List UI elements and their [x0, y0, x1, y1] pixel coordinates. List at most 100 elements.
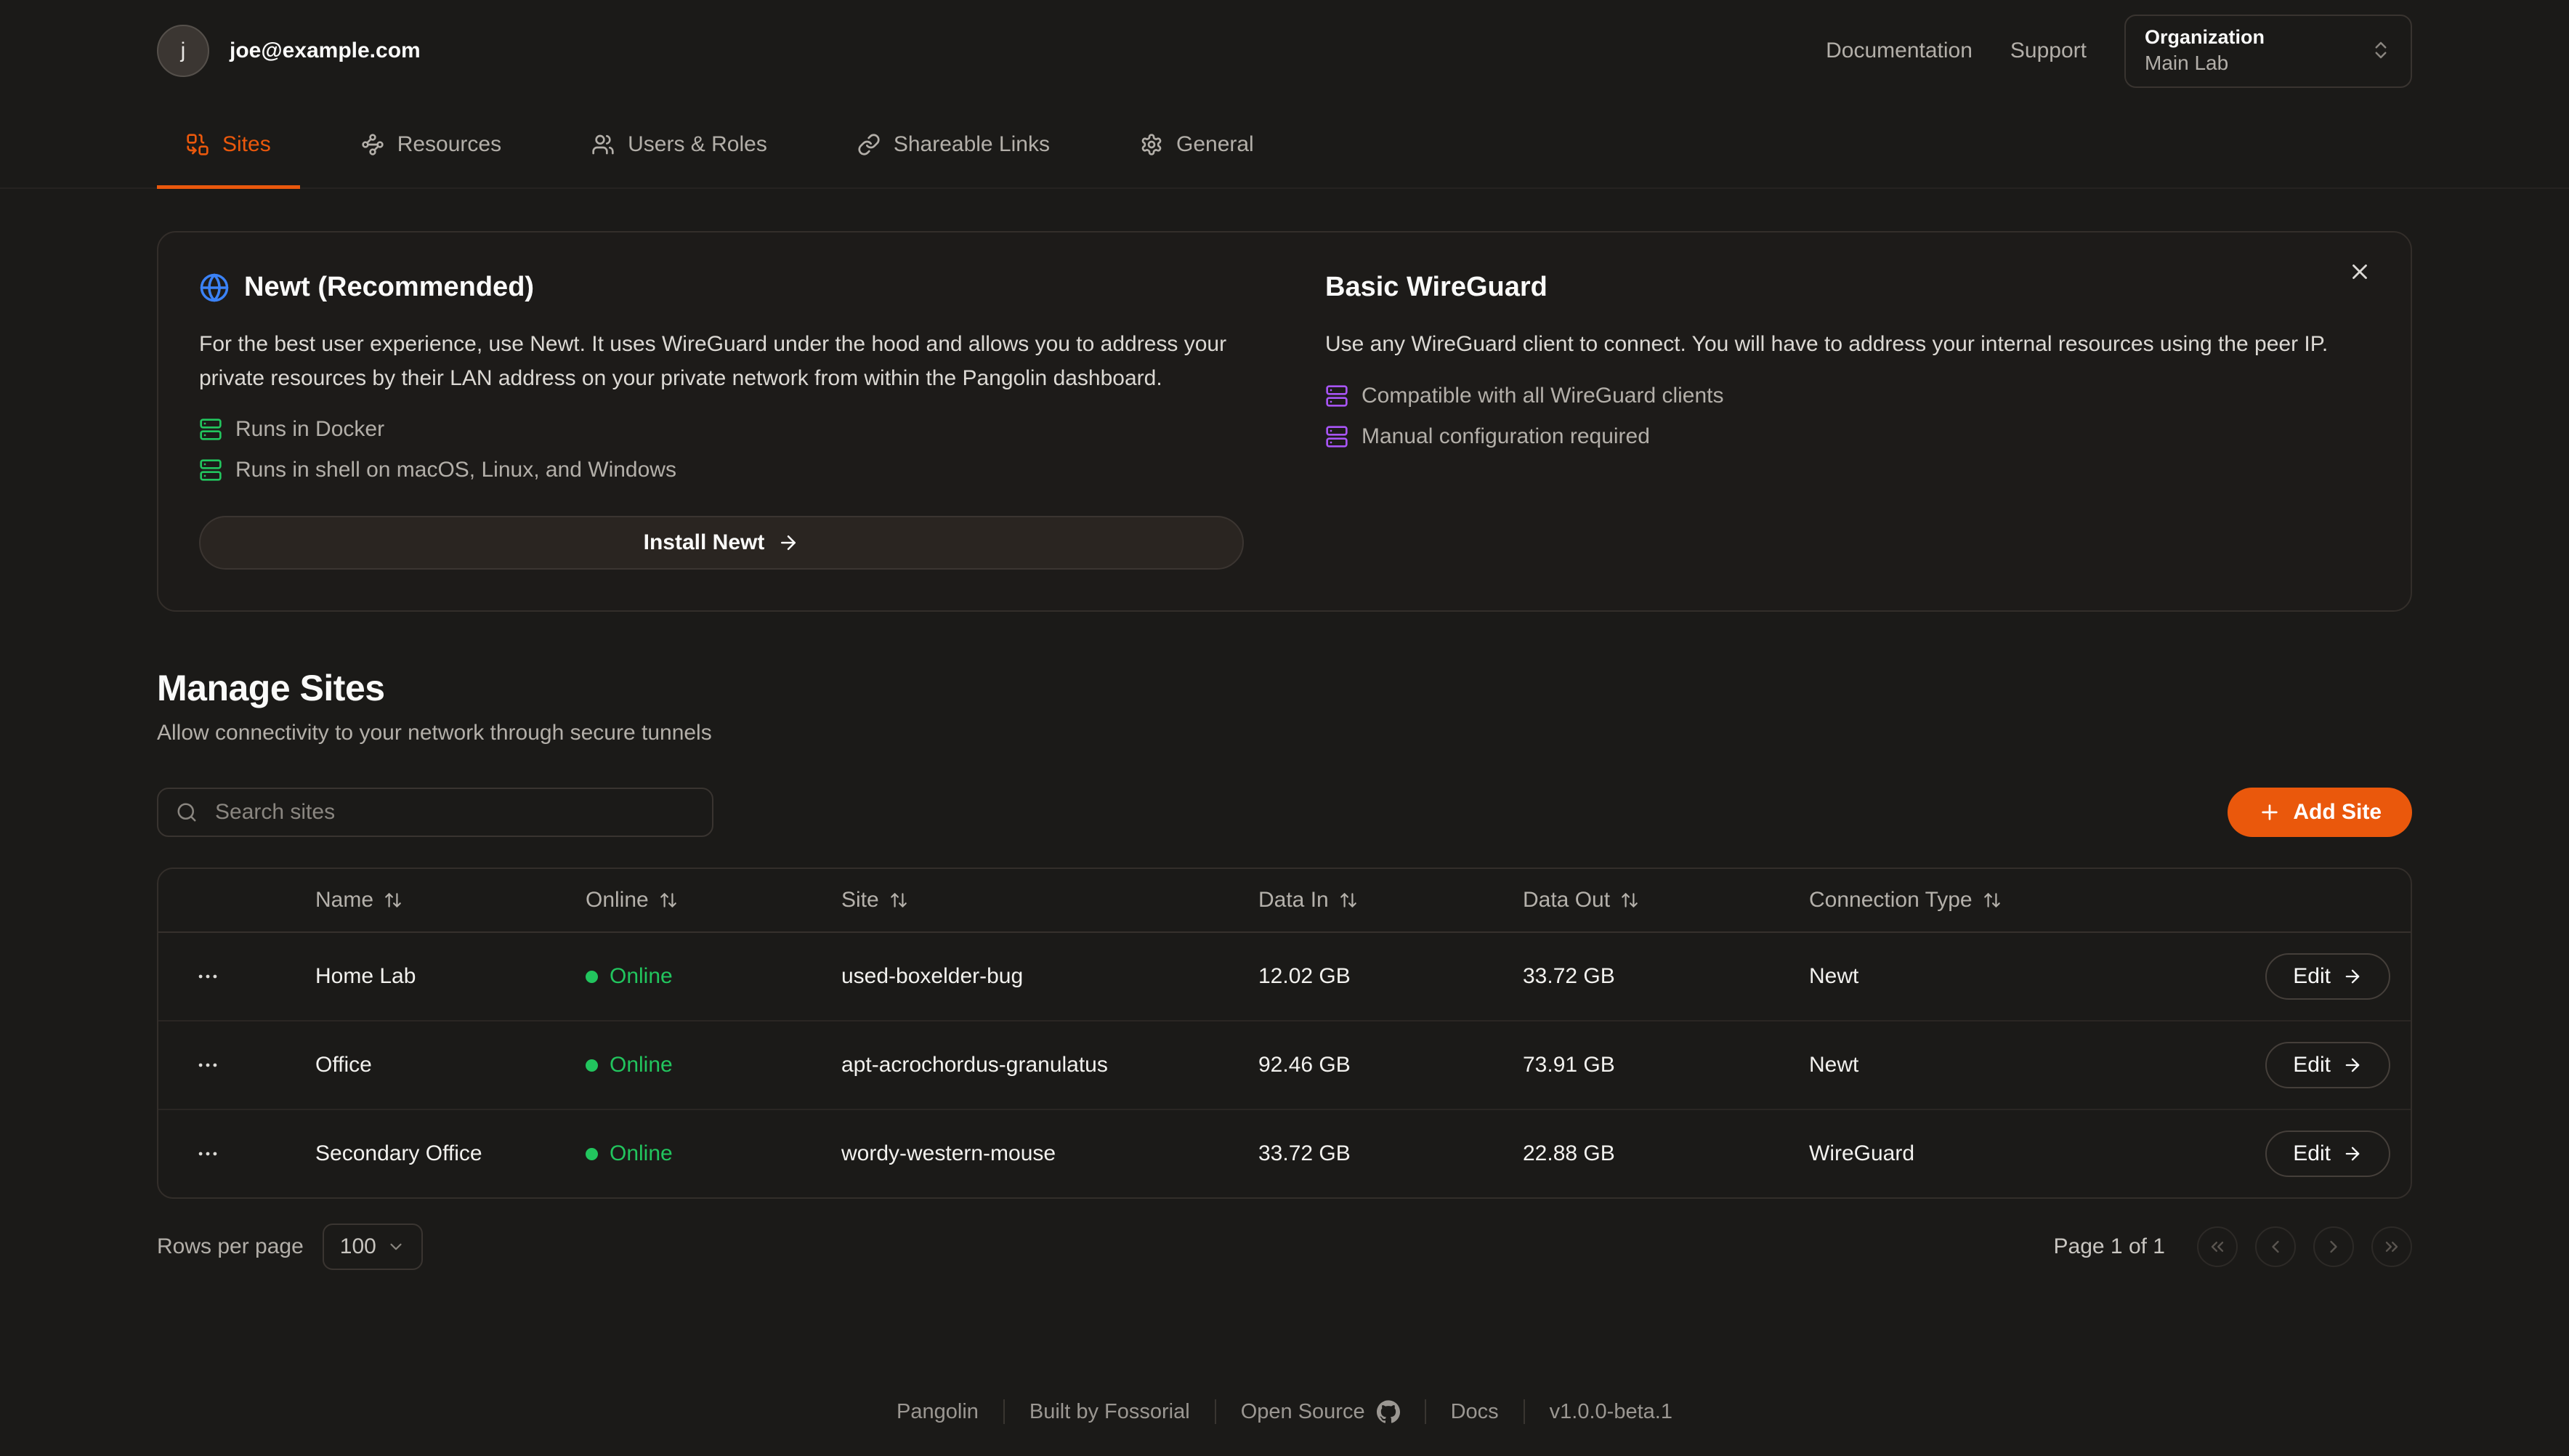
chevron-down-icon [387, 1237, 405, 1256]
arrow-right-icon [2342, 1144, 2363, 1164]
install-newt-button[interactable]: Install Newt [199, 516, 1244, 570]
add-site-button[interactable]: Add Site [2228, 788, 2412, 837]
edit-button[interactable]: Edit [2265, 1042, 2390, 1088]
rows-per-page-value: 100 [340, 1234, 376, 1259]
data-out-value: 22.88 GB [1523, 1141, 1809, 1166]
column-header-data-in[interactable]: Data In [1258, 888, 1523, 913]
column-header-connection-type[interactable]: Connection Type [1809, 888, 2158, 913]
tab-resources[interactable]: Resources [332, 102, 530, 187]
data-in-value: 92.46 GB [1258, 1053, 1523, 1077]
waypoints-icon [361, 133, 384, 156]
column-header-site[interactable]: Site [841, 888, 1258, 913]
user-email[interactable]: joe@example.com [230, 39, 421, 63]
server-icon [1325, 384, 1348, 408]
data-in-value: 12.02 GB [1258, 964, 1523, 989]
actions-cell: Edit [2265, 1042, 2390, 1088]
support-link[interactable]: Support [2010, 39, 2087, 63]
edit-label: Edit [2293, 964, 2331, 989]
feature-item: Compatible with all WireGuard clients [1325, 384, 2370, 408]
chevron-left-icon [2265, 1237, 2286, 1257]
server-icon [199, 418, 222, 441]
documentation-link[interactable]: Documentation [1826, 39, 1973, 63]
row-menu-button[interactable] [190, 1136, 225, 1171]
edit-button[interactable]: Edit [2265, 953, 2390, 1000]
newt-description: For the best user experience, use Newt. … [199, 328, 1244, 395]
pagination-controls: Page 1 of 1 [2054, 1226, 2412, 1267]
pagination-bar: Rows per page 100 Page 1 of 1 [157, 1224, 2412, 1270]
status-dot [586, 971, 598, 983]
ellipsis-icon [195, 1053, 220, 1077]
status-label: Online [610, 1053, 673, 1077]
tab-label: Users & Roles [628, 132, 767, 157]
edit-button[interactable]: Edit [2265, 1131, 2390, 1177]
newt-title: Newt (Recommended) [244, 272, 534, 303]
tab-label: Sites [222, 132, 271, 157]
next-page-button[interactable] [2313, 1226, 2354, 1267]
newt-title-row: Newt (Recommended) [199, 272, 1244, 303]
row-menu-button[interactable] [190, 1048, 225, 1083]
feature-label: Runs in Docker [235, 417, 384, 442]
actions-cell: Edit [2265, 953, 2390, 1000]
site-slug: wordy-western-mouse [841, 1141, 1258, 1166]
search-input[interactable] [157, 788, 713, 837]
top-header-links: Documentation Support Organization Main … [1826, 15, 2412, 88]
first-page-button[interactable] [2197, 1226, 2238, 1267]
column-label: Connection Type [1809, 888, 1973, 913]
last-page-button[interactable] [2371, 1226, 2412, 1267]
chevrons-up-down-icon [2370, 39, 2392, 61]
column-header-data-out[interactable]: Data Out [1523, 888, 1809, 913]
rows-per-page-select[interactable]: 100 [323, 1224, 423, 1270]
server-icon [1325, 425, 1348, 448]
footer-divider [1425, 1399, 1426, 1424]
previous-page-button[interactable] [2255, 1226, 2296, 1267]
table-row: Home Lab Online used-boxelder-bug 12.02 … [158, 931, 2411, 1020]
column-header-name[interactable]: Name [315, 888, 586, 913]
chevrons-right-icon [2382, 1237, 2402, 1257]
close-icon [2347, 259, 2372, 284]
column-label: Data Out [1523, 888, 1610, 913]
close-banner-button[interactable] [2344, 256, 2376, 288]
column-header-online[interactable]: Online [586, 888, 841, 913]
sort-icon [659, 891, 678, 910]
footer-brand-link[interactable]: Pangolin [897, 1400, 979, 1424]
footer: Pangolin Built by Fossorial Open Source … [157, 1399, 2412, 1424]
footer-docs-link[interactable]: Docs [1451, 1400, 1499, 1424]
newt-section: Newt (Recommended) For the best user exp… [199, 272, 1244, 570]
top-header: j joe@example.com Documentation Support … [0, 0, 2569, 102]
edit-label: Edit [2293, 1053, 2331, 1077]
search-icon [176, 801, 198, 823]
user-menu[interactable]: j joe@example.com [157, 25, 421, 77]
arrow-right-icon [2342, 1055, 2363, 1075]
actions-cell: Edit [2265, 1131, 2390, 1177]
footer-open-source-link[interactable]: Open Source [1241, 1400, 1400, 1424]
avatar-initial: j [181, 39, 186, 63]
tab-shareable-links[interactable]: Shareable Links [828, 102, 1079, 187]
organization-text: Organization Main Lab [2145, 26, 2265, 75]
sort-icon [1983, 891, 2002, 910]
page: j joe@example.com Documentation Support … [0, 0, 2569, 1456]
sort-icon [1339, 891, 1358, 910]
organization-selector[interactable]: Organization Main Lab [2124, 15, 2412, 88]
status-label: Online [610, 1141, 673, 1166]
feature-item: Runs in shell on macOS, Linux, and Windo… [199, 458, 1244, 482]
users-icon [591, 133, 615, 156]
footer-built-by-link[interactable]: Built by Fossorial [1029, 1400, 1190, 1424]
wireguard-features: Compatible with all WireGuard clients Ma… [1325, 384, 2370, 449]
feature-item: Manual configuration required [1325, 424, 2370, 449]
tab-general[interactable]: General [1111, 102, 1283, 187]
status-dot [586, 1059, 598, 1072]
sort-icon [384, 891, 402, 910]
sort-icon [1620, 891, 1639, 910]
status-badge: Online [586, 1141, 841, 1166]
data-out-value: 73.91 GB [1523, 1053, 1809, 1077]
sites-toolbar: Add Site [157, 788, 2412, 837]
tab-sites[interactable]: Sites [157, 102, 300, 187]
status-dot [586, 1148, 598, 1160]
status-badge: Online [586, 964, 841, 989]
avatar[interactable]: j [157, 25, 209, 77]
footer-divider [1003, 1399, 1005, 1424]
row-menu-button[interactable] [190, 959, 225, 994]
page-buttons [2197, 1226, 2412, 1267]
tab-users-roles[interactable]: Users & Roles [562, 102, 796, 187]
connection-type-value: Newt [1809, 1053, 2158, 1077]
